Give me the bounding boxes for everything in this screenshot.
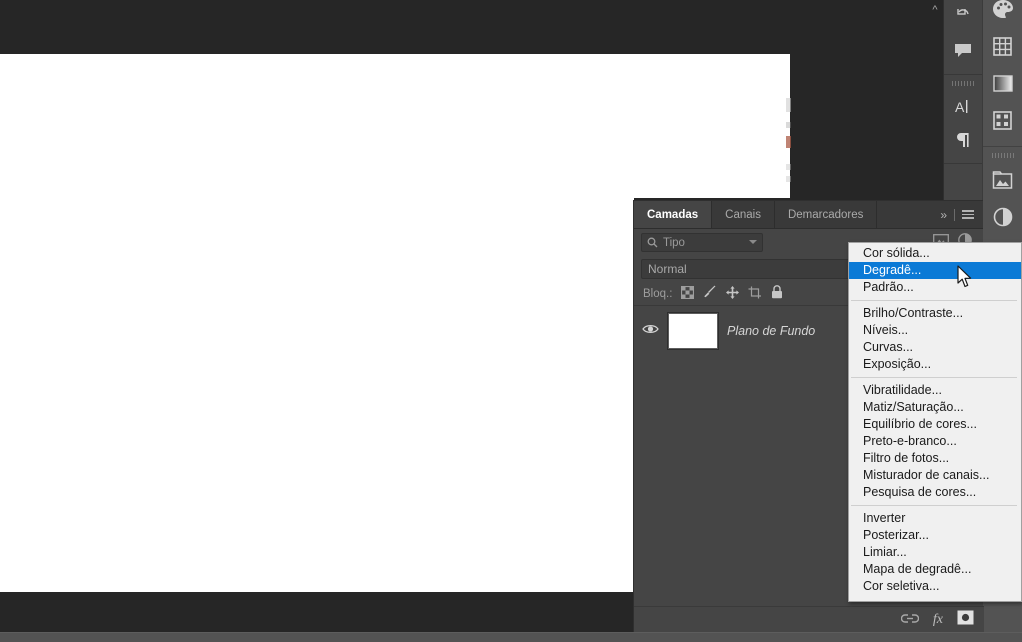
brush-lock-icon[interactable] — [703, 285, 717, 302]
paragraph-icon[interactable] — [948, 124, 979, 155]
tab-camadas[interactable]: Camadas — [634, 201, 712, 228]
patterns-icon[interactable] — [986, 103, 1020, 137]
menu-separator — [851, 505, 1017, 506]
menu-item[interactable]: Degradê... — [849, 262, 1021, 279]
status-bar — [0, 632, 1022, 642]
move-lock-icon[interactable] — [726, 286, 739, 302]
collapse-chevron-icon[interactable]: ^ — [927, 3, 943, 17]
menu-item[interactable]: Padrão... — [849, 279, 1021, 296]
character-icon[interactable]: A — [948, 91, 979, 122]
adjustments-icon[interactable] — [986, 200, 1020, 234]
chevron-down-icon[interactable] — [749, 240, 757, 244]
hamburger-menu-icon[interactable] — [962, 210, 974, 219]
blend-mode-value: Normal — [648, 262, 687, 276]
canvas-edge-artifact — [786, 98, 791, 188]
menu-item[interactable]: Misturador de canais... — [849, 467, 1021, 484]
link-layers-icon[interactable] — [901, 611, 919, 629]
filter-type-value: Tipo — [663, 237, 685, 249]
header-divider — [954, 209, 955, 221]
color-wheel-icon[interactable] — [986, 0, 1020, 26]
layer-thumbnail[interactable] — [668, 313, 718, 349]
menu-separator — [851, 300, 1017, 301]
status-bar-highlight — [0, 632, 1022, 633]
menu-item[interactable]: Pesquisa de cores... — [849, 484, 1021, 501]
panel-tab-bar: Camadas Canais Demarcadores » — [634, 201, 983, 229]
panel-grip[interactable] — [952, 81, 974, 86]
menu-item[interactable]: Cor sólida... — [849, 245, 1021, 262]
menu-item[interactable]: Brilho/Contraste... — [849, 305, 1021, 322]
search-icon — [647, 237, 658, 248]
menu-item[interactable]: Cor seletiva... — [849, 578, 1021, 595]
photoshop-workspace: ^ A — [0, 0, 1022, 642]
menu-item[interactable]: Exposição... — [849, 356, 1021, 373]
fx-icon[interactable]: fx — [933, 612, 943, 628]
eye-icon[interactable] — [642, 322, 659, 340]
menu-separator — [851, 377, 1017, 378]
menu-item[interactable]: Preto-e-branco... — [849, 433, 1021, 450]
menu-item[interactable]: Posterizar... — [849, 527, 1021, 544]
lock-all-icon[interactable] — [771, 285, 783, 302]
adjustment-layer-icon[interactable] — [957, 610, 974, 630]
transparency-lock-icon[interactable] — [681, 286, 694, 302]
libraries-icon[interactable] — [986, 163, 1020, 197]
artboard-lock-icon[interactable] — [748, 286, 762, 302]
tab-canais[interactable]: Canais — [712, 201, 775, 228]
gradient-icon[interactable] — [986, 66, 1020, 100]
comment-icon[interactable] — [948, 35, 979, 66]
rail-group-color — [983, 0, 1022, 147]
tab-demarcadores[interactable]: Demarcadores — [775, 201, 877, 228]
new-fill-adjustment-layer-menu[interactable]: Cor sólida...Degradê...Padrão... Brilho/C… — [848, 242, 1022, 602]
menu-item[interactable]: Filtro de fotos... — [849, 450, 1021, 467]
menu-item[interactable]: Níveis... — [849, 322, 1021, 339]
menu-item[interactable]: Equilíbrio de cores... — [849, 416, 1021, 433]
menu-item[interactable]: Matiz/Saturação... — [849, 399, 1021, 416]
history-icon[interactable] — [948, 2, 979, 33]
layers-panel-footer: fx — [634, 606, 984, 632]
rail-grip-libraries[interactable] — [992, 153, 1014, 158]
swatches-grid-icon[interactable] — [986, 29, 1020, 63]
layer-name[interactable]: Plano de Fundo — [727, 324, 815, 338]
menu-item[interactable]: Curvas... — [849, 339, 1021, 356]
filter-type-select[interactable]: Tipo — [641, 233, 763, 252]
menu-item[interactable]: Inverter — [849, 510, 1021, 527]
menu-item[interactable]: Limiar... — [849, 544, 1021, 561]
menu-item[interactable]: Vibratilidade... — [849, 382, 1021, 399]
mouse-cursor — [957, 265, 974, 289]
rail-group-history — [944, 2, 982, 75]
menu-item[interactable]: Mapa de degradê... — [849, 561, 1021, 578]
lock-label: Bloq.: — [643, 288, 672, 300]
document-canvas[interactable] — [0, 54, 790, 198]
expand-panels-icon[interactable]: » — [940, 208, 947, 222]
document-canvas-lower[interactable] — [0, 198, 634, 592]
svg-text:A: A — [955, 99, 965, 115]
panel-header-controls: » — [934, 201, 983, 228]
rail-group-type: A — [944, 75, 982, 164]
